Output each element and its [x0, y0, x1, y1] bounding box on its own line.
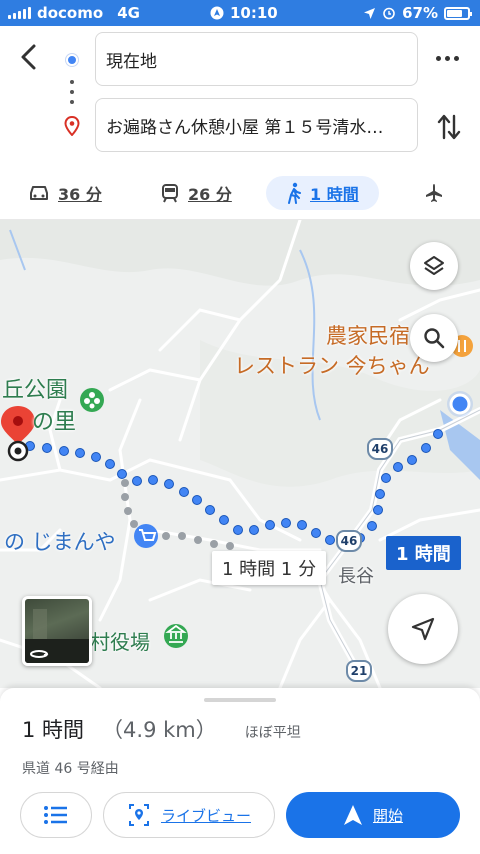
route-connector-dots	[70, 80, 74, 104]
poi-label-park-line1: 丘公園	[2, 378, 69, 403]
tab-drive[interactable]: 36 分	[28, 176, 102, 210]
clock: 10:10	[230, 4, 278, 22]
poi-label-village-office[interactable]: 村役場	[90, 626, 150, 655]
more-options-button[interactable]	[434, 48, 460, 68]
poi-label-farm-restaurant-line2: レストラン 今ちゃん	[234, 354, 430, 378]
search-along-route-button[interactable]	[410, 314, 458, 362]
destination-pin-icon	[64, 116, 80, 136]
signal-icon	[8, 7, 31, 19]
live-view-icon	[128, 804, 149, 826]
plane-icon	[426, 184, 442, 202]
route-via: 県道 46 号経由	[22, 761, 119, 777]
navigation-active-icon	[210, 6, 224, 20]
walk-icon	[288, 182, 301, 204]
route-terrain: ほぼ平坦	[244, 725, 301, 741]
alarm-icon	[383, 7, 395, 20]
recenter-navigation-button[interactable]	[388, 594, 458, 664]
route-distance: （4.9 km）	[102, 718, 217, 742]
navigation-arrow-icon	[411, 617, 435, 641]
tab-transit-label: 26 分	[188, 185, 232, 204]
list-icon	[44, 806, 67, 824]
tab-transit[interactable]: 26 分	[160, 176, 232, 210]
tab-flight[interactable]	[424, 176, 444, 210]
map-view[interactable]: 農家民宿 レストラン 今ちゃん 丘公園 の里 の じまんや 村役場 長谷 46 …	[0, 220, 480, 688]
location-arrow-icon	[364, 7, 376, 19]
route-summary: 1 時間 （4.9 km） ほぼ平坦	[22, 714, 301, 744]
battery-icon	[444, 6, 472, 20]
selected-route-time-callout[interactable]: 1 時間	[386, 536, 461, 570]
sheet-drag-handle[interactable]	[204, 698, 276, 702]
live-view-label: ライブビュー	[160, 806, 251, 825]
travel-mode-tabs: 36 分 26 分 1 時間	[0, 172, 480, 212]
train-icon	[162, 184, 178, 203]
road-shield-21: 21	[346, 660, 372, 682]
search-icon	[424, 328, 445, 349]
back-arrow-icon	[21, 44, 36, 70]
steps-list-button[interactable]	[20, 792, 92, 838]
start-label: 開始	[372, 806, 403, 825]
start-navigation-button[interactable]: 開始	[286, 792, 460, 838]
car-icon	[30, 186, 48, 200]
back-button[interactable]	[14, 40, 44, 74]
tab-drive-label: 36 分	[58, 185, 102, 204]
poi-label-park[interactable]: 丘公園 の里	[2, 372, 76, 436]
street-view-rotate-icon	[25, 609, 89, 663]
poi-label-park-line2: の里	[32, 410, 77, 435]
navigation-arrow-icon	[343, 805, 362, 825]
layers-icon	[424, 256, 444, 275]
tab-walk[interactable]: 1 時間	[266, 176, 379, 210]
tab-walk-label: 1 時間	[310, 185, 359, 204]
live-view-button[interactable]: ライブビュー	[103, 792, 275, 838]
layers-button[interactable]	[410, 242, 458, 290]
route-duration: 1 時間	[22, 718, 85, 742]
route-summary-sheet[interactable]: 1 時間 （4.9 km） ほぼ平坦 県道 46 号経由 ライブビュー 開始	[0, 688, 480, 854]
battery-percent: 67%	[402, 4, 438, 22]
alternative-route-time-callout[interactable]: 1 時間 1 分	[212, 551, 327, 585]
swap-button[interactable]	[436, 112, 462, 142]
carrier-label: docomo	[37, 4, 104, 22]
road-shield-46-north: 46	[367, 438, 393, 460]
network-label: 4G	[117, 4, 140, 22]
swap-arrows-icon	[437, 114, 461, 140]
origin-input[interactable]: 現在地	[95, 32, 418, 86]
directions-panel: 現在地 お遍路さん休憩小屋 第１５号清水… 36 分 26 分 1 時間	[0, 26, 480, 220]
destination-input[interactable]: お遍路さん休憩小屋 第１５号清水…	[95, 98, 418, 152]
status-bar: docomo 4G 10:10 67%	[0, 0, 480, 26]
street-view-thumbnail[interactable]	[22, 596, 92, 666]
poi-label-shop[interactable]: の じまんや	[4, 526, 116, 556]
road-shield-46-south: 46	[336, 530, 362, 552]
origin-dot-icon	[66, 54, 78, 66]
place-label-chotani: 長谷	[338, 566, 374, 587]
